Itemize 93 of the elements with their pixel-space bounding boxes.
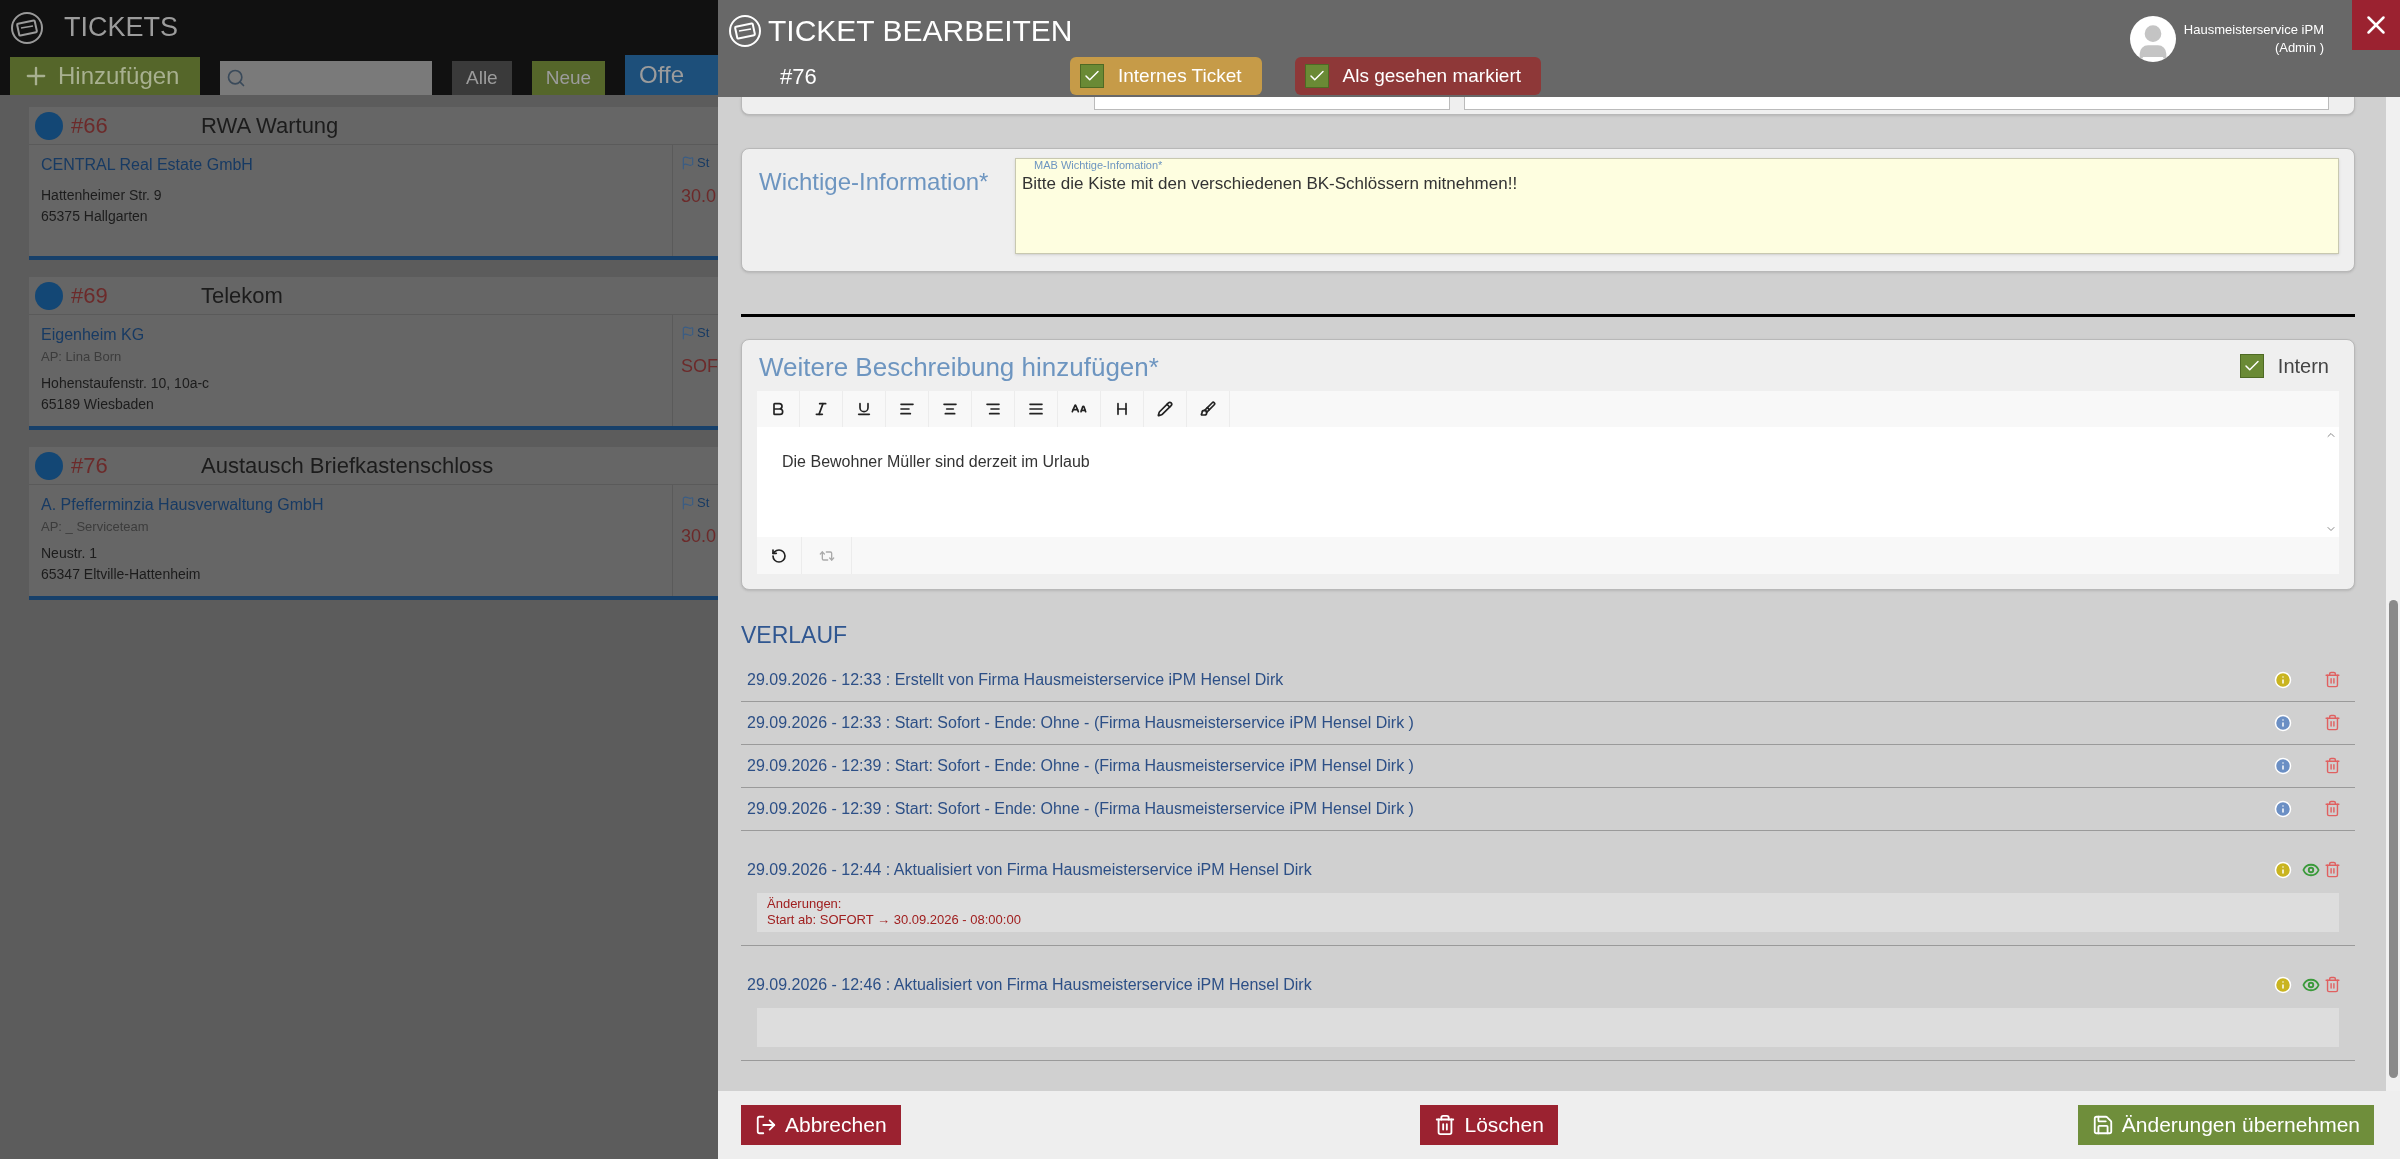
ticket-logo-icon: [10, 10, 44, 45]
cancel-button[interactable]: Abbrechen: [741, 1105, 901, 1145]
toggle-label: Als gesehen markiert: [1342, 63, 1523, 88]
info-icon[interactable]: [2274, 756, 2292, 775]
save-icon: [2091, 1114, 2114, 1136]
trash-icon: [1434, 1114, 1457, 1136]
history-title: VERLAUF: [741, 621, 849, 650]
user-role: (Admin ): [2274, 39, 2324, 57]
history-entry: 29.09.2026 - 12:39 : Start: Sofort - Ende: Ohne - (Firma Hausmeisterservice iPM Hensel Dirk ): [746, 798, 1415, 819]
delete-button[interactable]: Löschen: [1420, 1105, 1558, 1145]
company-link[interactable]: CENTRAL Real Estate GmbH: [41, 153, 672, 177]
align-center-icon[interactable]: [942, 401, 958, 417]
trash-icon[interactable]: [2324, 976, 2341, 993]
checkbox[interactable]: [2239, 354, 2264, 378]
change-line: Änderungen:: [767, 896, 843, 912]
history-entry: 29.09.2026 - 12:46 : Aktualisiert von Firma Hausmeisterservice iPM Hensel Dirk: [746, 974, 1313, 995]
underline-icon[interactable]: [856, 401, 872, 417]
avatar-icon: [2129, 16, 2176, 62]
ticket-title: RWA Wartung: [201, 112, 339, 140]
heading-icon[interactable]: [1114, 401, 1130, 417]
ticket-number: #76: [71, 452, 109, 480]
toggle-chip[interactable]: Internes Ticket: [1070, 57, 1262, 95]
info-icon[interactable]: [2274, 670, 2292, 689]
flag-icon: [681, 495, 695, 510]
modal-title: TICKET BEARBEITEN: [768, 13, 1073, 49]
history-entry: 29.09.2026 - 12:39 : Start: Sofort - Ende: Ohne - (Firma Hausmeisterservice iPM Hensel Dirk ): [746, 755, 1415, 776]
undo-icon[interactable]: [771, 547, 787, 564]
company-link[interactable]: A. Pfefferminzia Hausverwaltung GmbH: [41, 493, 672, 517]
field-label: Wichtige-Information*: [758, 167, 990, 197]
info-icon[interactable]: [2274, 860, 2292, 879]
user-name: Hausmeisterservice iPM: [2183, 21, 2324, 39]
filter-tab[interactable]: Alle: [452, 61, 512, 95]
city-address: 65375 Hallgarten: [41, 207, 149, 226]
trash-icon[interactable]: [2324, 861, 2341, 878]
company-link[interactable]: Eigenheim KG: [41, 323, 672, 347]
exit-icon: [755, 1114, 777, 1136]
toggle-label: Internes Ticket: [1118, 63, 1243, 88]
info-icon[interactable]: [2274, 713, 2292, 732]
ticket-number: #66: [71, 112, 109, 140]
search-icon: [226, 68, 246, 88]
flag-icon: [681, 155, 695, 170]
status-value: 30.0: [681, 524, 718, 548]
ticket-logo-icon: [728, 13, 762, 48]
status-value: 30.0: [681, 184, 718, 208]
justify-icon[interactable]: [1028, 401, 1044, 417]
page-title: TICKETS: [64, 11, 178, 45]
checkbox-label: Intern: [2277, 354, 2329, 379]
toggle-chip[interactable]: Als gesehen markiert: [1294, 57, 1542, 95]
info-icon[interactable]: [2274, 975, 2292, 994]
street-address: Hattenheimer Str. 9: [41, 186, 163, 205]
add-button[interactable]: Hinzufügen: [10, 57, 200, 95]
search-field[interactable]: [220, 61, 432, 95]
floating-label: MAB Wichtige-Infomation*: [1033, 159, 1164, 171]
status-label: St: [697, 494, 710, 512]
field-value: Bitte die Kiste mit den verschiedenen BK-Schlössern mitnehmen!!: [1022, 173, 1519, 195]
ticket-card[interactable]: #66 RWA Wartung CENTRAL Real Estate GmbH Hattenheimer Str. 9 65375 Hallgarten St 30.0: [29, 107, 718, 260]
filter-tab[interactable]: Offe: [625, 55, 718, 95]
close-button[interactable]: [2352, 0, 2400, 50]
save-button[interactable]: Änderungen übernehmen: [2077, 1105, 2374, 1145]
important-info-field[interactable]: MAB Wichtige-Infomation* Bitte die Kiste mit den verschiedenen BK-Schlössern mitnehmen!!: [1015, 158, 2339, 254]
history-entry: 29.09.2026 - 12:33 : Erstellt von Firma Hausmeisterservice iPM Hensel Dirk: [746, 669, 1285, 690]
history-entry: 29.09.2026 - 12:44 : Aktualisiert von Firma Hausmeisterservice iPM Hensel Dirk: [746, 859, 1313, 880]
ticket-number: #69: [71, 282, 109, 310]
info-icon[interactable]: [2274, 799, 2292, 818]
status-label: St: [697, 154, 710, 172]
section-label: Weitere Beschreibung hinzufügen*: [758, 351, 1159, 384]
scrollbar[interactable]: [2386, 97, 2400, 1091]
change-line: Start ab: SOFORT → 30.09.2026 - 08:00:00: [767, 912, 1022, 928]
checkbox[interactable]: [1304, 64, 1329, 88]
scrollbar-thumb[interactable]: [2388, 600, 2398, 1078]
checkbox[interactable]: [1080, 64, 1104, 88]
history-entry: 29.09.2026 - 12:33 : Start: Sofort - Ende: Ohne - (Firma Hausmeisterservice iPM Hensel Dirk ): [746, 712, 1415, 733]
city-address: 65189 Wiesbaden: [41, 394, 155, 414]
status-label: St: [697, 324, 710, 342]
street-address: Hohenstaufenstr. 10, 10a-c: [41, 373, 211, 393]
pencil-icon[interactable]: [1157, 401, 1173, 417]
bold-icon[interactable]: [770, 401, 786, 417]
flag-icon: [681, 325, 695, 340]
city-address: 65347 Eltville-Hattenheim: [41, 564, 202, 584]
street-address: Neustr. 1: [41, 543, 99, 563]
filter-tab[interactable]: Neue: [531, 61, 606, 95]
status-value: SOF: [681, 354, 718, 378]
ticket-number: #76: [780, 62, 818, 91]
trash-icon[interactable]: [2324, 671, 2341, 688]
trash-icon[interactable]: [2324, 714, 2341, 731]
ticket-title: Telekom: [201, 282, 283, 310]
italic-icon[interactable]: [813, 401, 829, 417]
align-right-icon[interactable]: [985, 401, 1001, 417]
trash-icon[interactable]: [2324, 757, 2341, 774]
trash-icon[interactable]: [2324, 800, 2341, 817]
ticket-title: Austausch Briefkastenschloss: [201, 452, 494, 480]
align-left-icon[interactable]: [899, 401, 915, 417]
brush-icon[interactable]: [1200, 401, 1216, 417]
